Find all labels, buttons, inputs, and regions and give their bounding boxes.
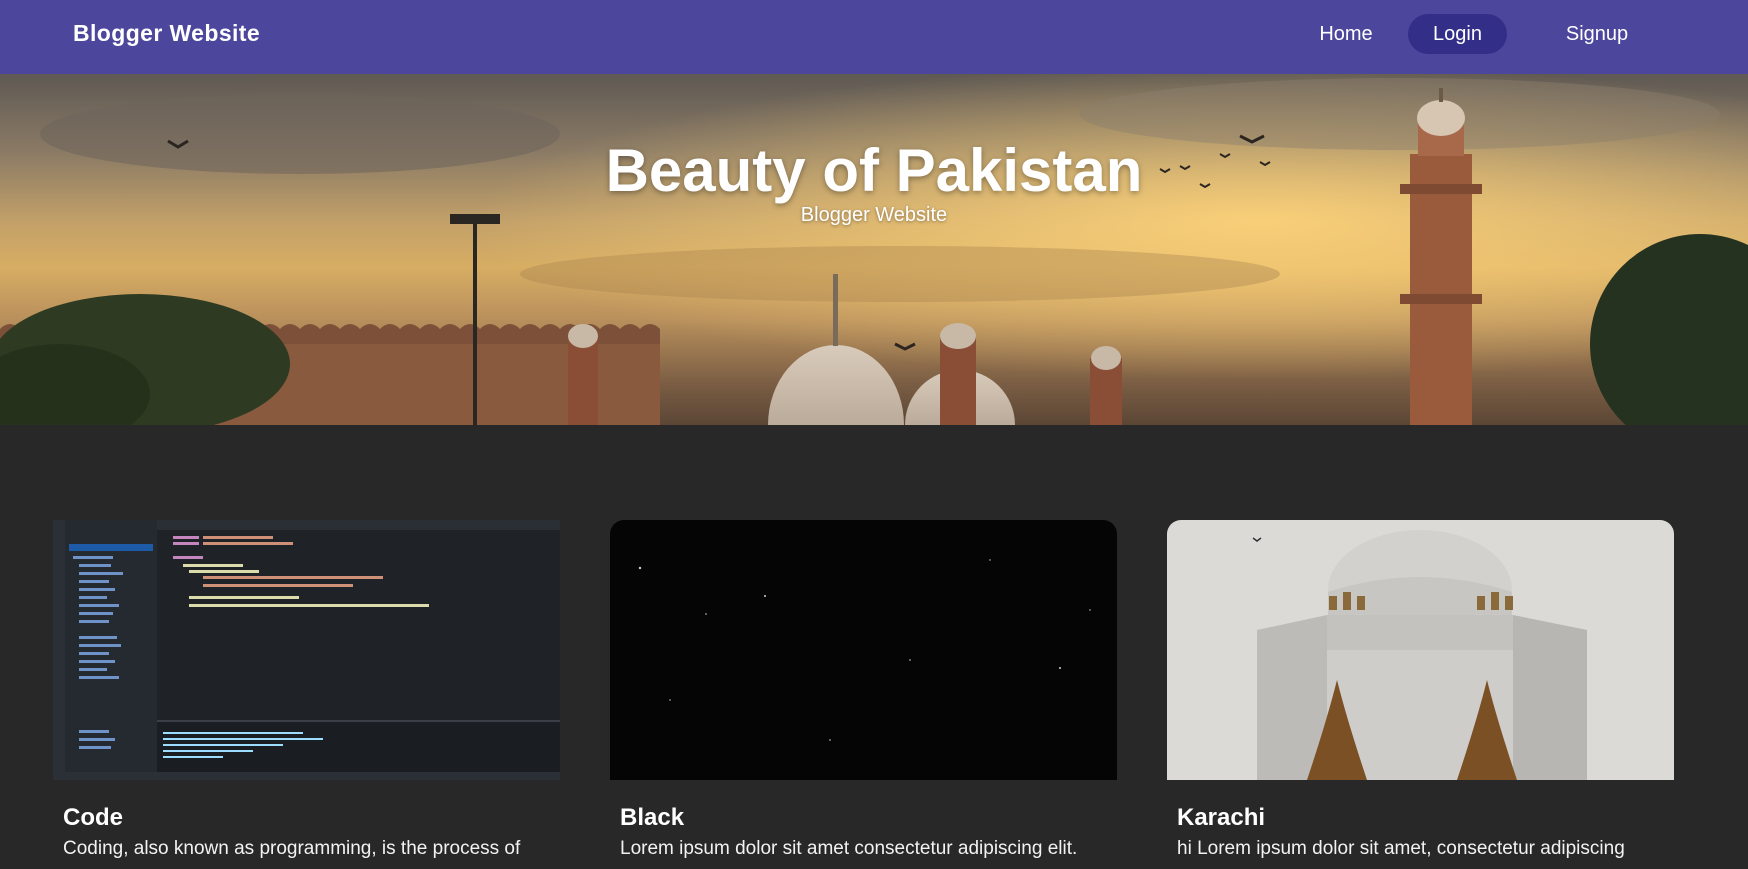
nav-signup-link[interactable]: Signup (1548, 14, 1646, 54)
card-title[interactable]: Black (620, 804, 684, 832)
card-image-code[interactable] (53, 520, 560, 780)
hero-background-image (0, 74, 1748, 425)
blog-card-code[interactable]: Code Coding, also known as programming, … (53, 520, 560, 869)
nav-home-link[interactable]: Home (1300, 14, 1392, 54)
karachi-mausoleum-image (1167, 520, 1674, 780)
brand-logo[interactable]: Blogger Website (73, 20, 260, 47)
nav-login-link[interactable]: Login (1408, 14, 1507, 54)
night-sky-image (610, 520, 1117, 780)
card-excerpt: Coding, also known as programming, is th… (63, 838, 521, 859)
hero-title: Beauty of Pakistan (605, 137, 1143, 204)
blog-card-karachi[interactable]: Karachi hi Lorem ipsum dolor sit amet, c… (1167, 520, 1674, 869)
top-navbar: Blogger Website Home Login Signup (0, 0, 1748, 74)
card-title[interactable]: Karachi (1177, 804, 1265, 832)
blog-card-black[interactable]: Black Lorem ipsum dolor sit amet consect… (610, 520, 1117, 869)
card-title[interactable]: Code (63, 804, 123, 832)
card-image-black[interactable] (610, 520, 1117, 780)
code-editor-image (53, 520, 560, 780)
hero-subtitle: Blogger Website (800, 204, 948, 226)
card-excerpt: Lorem ipsum dolor sit amet consectetur a… (620, 838, 1078, 859)
card-image-karachi[interactable] (1167, 520, 1674, 780)
card-excerpt: hi Lorem ipsum dolor sit amet, consectet… (1177, 838, 1625, 859)
hero-banner: Beauty of Pakistan Blogger Website (0, 74, 1748, 425)
